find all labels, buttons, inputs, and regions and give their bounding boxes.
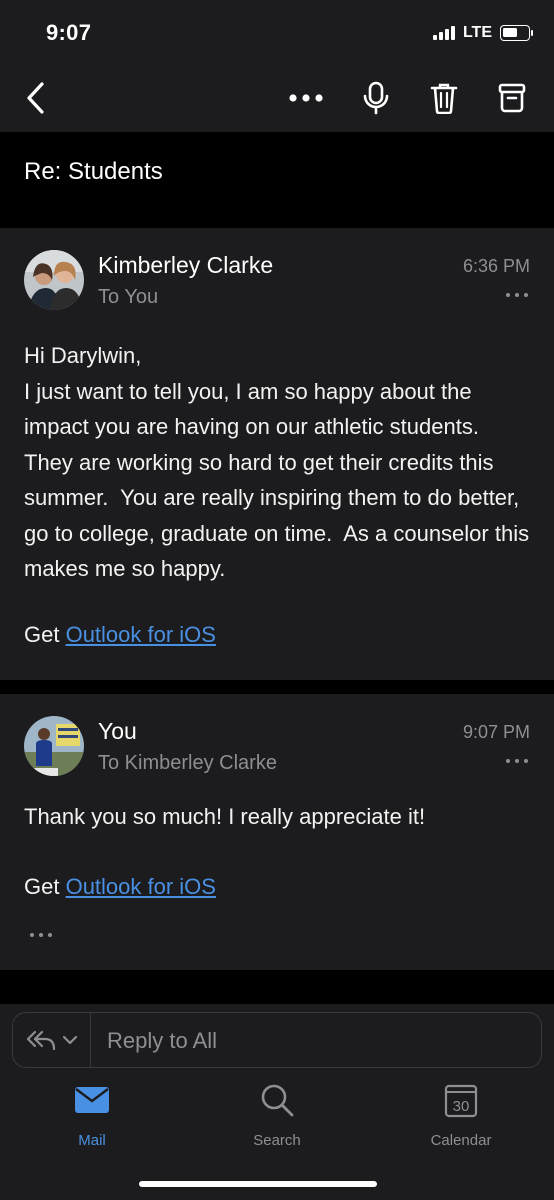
tab-calendar[interactable]: 30 Calendar [401,1078,521,1149]
reply-mode-button[interactable] [13,1013,91,1067]
trash-icon [430,83,458,114]
tab-label: Calendar [430,1132,492,1149]
tab-label: Search [253,1132,301,1149]
subject-bar: Re: Students [0,132,554,226]
message-toolbar [0,64,554,132]
recipient-line: To Kimberley Clarke [98,752,277,774]
outlook-ios-link[interactable]: Outlook for iOS [66,874,216,899]
chevron-down-icon [62,1035,77,1045]
show-quoted-text-button[interactable] [30,932,52,938]
email-subject: Re: Students [24,158,163,185]
dot [48,933,52,937]
message-body: Hi Darylwin, I just want to tell you, I … [24,343,530,581]
sender-photo [24,250,84,310]
avatar[interactable] [24,716,84,776]
battery-icon [500,25,533,41]
message-more-button[interactable] [506,290,528,300]
status-time: 9:07 [46,20,92,45]
signal-icon [432,26,455,40]
dot [515,293,519,297]
reply-input[interactable]: Reply to All [107,1028,217,1054]
recipient-line: To You [98,286,159,308]
message-card[interactable]: You To Kimberley Clarke 9:07 PM Thank yo… [0,694,554,970]
more-button[interactable] [284,76,328,120]
tab-search[interactable]: Search [217,1078,337,1149]
message-more-button[interactable] [506,756,528,766]
back-button[interactable] [14,76,58,120]
status-indicators: LTE [432,24,533,42]
dot [524,759,528,763]
microphone-icon [363,81,389,115]
archive-button[interactable] [490,76,534,120]
dot [506,293,510,297]
more-horizontal-icon [289,94,323,102]
dot [515,759,519,763]
search-icon [261,1084,294,1117]
sender-name: You [98,718,137,744]
status-bar: 9:07 LTE [0,0,554,64]
mail-icon [75,1087,109,1113]
signature-prefix: Get [24,622,66,647]
calendar-day: 30 [453,1098,470,1115]
signature-prefix: Get [24,874,66,899]
dictate-button[interactable] [354,76,398,120]
tab-mail[interactable]: Mail [32,1078,152,1149]
archive-icon [498,83,526,113]
dot [506,759,510,763]
message-time: 6:36 PM [462,256,530,276]
message-card[interactable]: Kimberley Clarke To You 6:36 PM Hi Daryl… [0,228,554,680]
reply-compose-bar[interactable]: Reply to All [12,1012,542,1068]
message-body: Thank you so much! I really appreciate i… [24,804,426,829]
tab-bar: Mail Search 30 Calendar [0,1078,554,1158]
network-label: LTE [462,24,492,41]
signature: Get Outlook for iOS [24,874,216,900]
avatar[interactable] [24,250,84,310]
outlook-ios-link[interactable]: Outlook for iOS [66,622,216,647]
dot [30,933,34,937]
sender-photo [24,716,84,776]
reply-all-icon [26,1030,55,1051]
dot [39,933,43,937]
signature: Get Outlook for iOS [24,622,216,648]
chevron-left-icon [27,82,44,114]
sender-name: Kimberley Clarke [98,252,274,278]
message-time: 9:07 PM [462,722,530,742]
tab-label: Mail [78,1132,106,1149]
calendar-icon: 30 [444,1084,478,1118]
delete-button[interactable] [422,76,466,120]
dot [524,293,528,297]
home-indicator [139,1181,377,1187]
battery-level [503,28,517,37]
